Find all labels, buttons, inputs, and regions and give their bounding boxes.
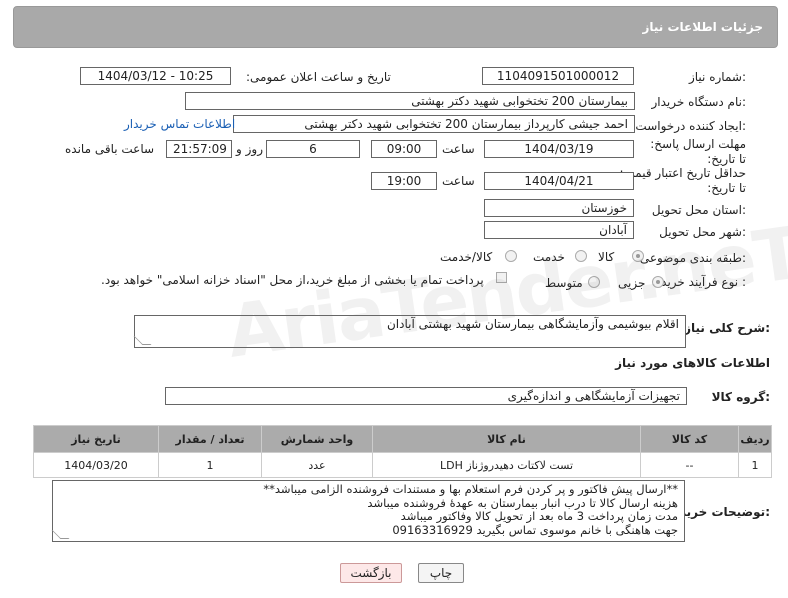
goods-group-label: گروه کالا: [711, 390, 770, 404]
reply-time-field: 09:00 [371, 140, 437, 158]
treasury-payment-checkbox[interactable] [496, 272, 507, 283]
city-label: شهر محل تحویل: [659, 225, 746, 239]
purchase-minor-radio[interactable] [652, 276, 664, 288]
print-button[interactable]: چاپ [418, 563, 464, 583]
description-label: شرح کلی نیاز: [684, 321, 770, 335]
buyer-note-line: مدت زمان پرداخت 3 ماه بعد از تحویل کالا … [400, 509, 678, 523]
cell-quantity: 1 [158, 452, 262, 478]
price-time-label: ساعت [442, 174, 475, 188]
province-field: خوزستان [484, 199, 634, 217]
purchase-type-label: نوع فرآیند خرید : [661, 275, 746, 289]
need-number-label: شماره نیاز: [688, 70, 746, 84]
buyer-notes-textarea: **ارسال پیش فاکتور و پر کردن فرم استعلام… [51, 480, 685, 542]
col-unit: واحد شمارش [261, 425, 373, 453]
treasury-payment-note: پرداخت تمام یا بخشی از مبلغ خرید،از محل … [101, 273, 484, 287]
goods-table-header: ردیف کد کالا نام کالا واحد شمارش تعداد /… [33, 425, 772, 453]
cell-row: 1 [738, 452, 772, 478]
table-row: 1 -- تست لاکتات دهیدروژناز LDH عدد 1 140… [33, 452, 772, 478]
purchase-minor-label: جزیی [618, 276, 646, 290]
purchase-medium-label: متوسط [545, 276, 583, 290]
category-service-radio[interactable] [575, 250, 587, 262]
cell-unit: عدد [261, 452, 373, 478]
buyer-org-label: نام دستگاه خریدار: [651, 95, 747, 109]
back-button[interactable]: بازگشت [340, 563, 402, 583]
requester-label: ایجاد کننده درخواست: [635, 119, 746, 133]
price-time-field: 19:00 [371, 172, 437, 190]
goods-info-title: اطلاعات کالاهای مورد نیاز [615, 356, 770, 370]
category-goods-label: کالا [598, 250, 615, 264]
province-label: استان محل تحویل: [651, 203, 746, 217]
announce-datetime-field: 1404/03/12 - 10:25 [80, 67, 231, 85]
announce-label: تاریخ و ساعت اعلان عمومی: [246, 70, 391, 84]
cell-name: تست لاکتات دهیدروژناز LDH [372, 452, 641, 478]
days-field: 6 [266, 140, 360, 158]
category-goods-radio[interactable] [632, 250, 644, 262]
buyer-note-line: **ارسال پیش فاکتور و پر کردن فرم استعلام… [263, 482, 678, 496]
buyer-contact-link[interactable]: اطلاعات تماس خریدار [124, 117, 235, 131]
reply-deadline-label: مهلت ارسال پاسخ: تا تاریخ: [650, 137, 746, 166]
category-both-radio[interactable] [505, 250, 517, 262]
goods-table: ردیف کد کالا نام کالا واحد شمارش تعداد /… [33, 425, 772, 478]
col-row: ردیف [738, 425, 772, 453]
remaining-time-field: 21:57:09 [166, 140, 232, 158]
details-header-panel: جزئیات اطلاعات نیاز [13, 6, 778, 48]
category-service-label: خدمت [533, 250, 565, 264]
reply-date-field: 1404/03/19 [484, 140, 634, 158]
purchase-medium-radio[interactable] [588, 276, 600, 288]
price-validity-label: حداقل تاریخ اعتبار قیمت: تا تاریخ: [619, 166, 746, 195]
category-both-label: کالا/خدمت [440, 250, 493, 264]
col-name: نام کالا [372, 425, 641, 453]
buyer-note-line: هزینه ارسال کالا تا درب انبار بیمارستان … [367, 495, 678, 510]
remaining-time-label: ساعت باقی مانده [65, 142, 155, 156]
resize-handle[interactable] [133, 336, 152, 345]
requester-field: احمد جیشی کارپرداز بیمارستان 200 تختخواب… [233, 115, 635, 133]
description-text: اقلام بیوشیمی وآزمایشگاهی بیمارستان شهید… [386, 317, 679, 331]
city-field: آبادان [484, 221, 634, 239]
buyer-note-line: جهت هاهنگی با خانم موسوی تماس بگیرید 091… [392, 522, 678, 537]
cell-code: -- [640, 452, 739, 478]
description-textarea: اقلام بیوشیمی وآزمایشگاهی بیمارستان شهید… [133, 315, 686, 348]
col-quantity: تعداد / مقدار [158, 425, 262, 453]
cell-date: 1404/03/20 [33, 452, 159, 478]
need-number-field: 1104091501000012 [482, 67, 634, 85]
col-date: تاریخ نیاز [33, 425, 159, 453]
reply-time-label: ساعت [442, 142, 475, 156]
goods-group-field: تجهیزات آزمایشگاهی و اندازه‌گیری [165, 387, 687, 405]
days-and-label: روز و [236, 142, 263, 156]
price-date-field: 1404/04/21 [484, 172, 634, 190]
col-code: کد کالا [640, 425, 739, 453]
page-title: جزئیات اطلاعات نیاز [642, 20, 763, 34]
category-label: طبقه بندی موضوعی: [639, 251, 746, 265]
buyer-org-field: بیمارستان 200 تختخوابی شهید دکتر بهشتی [185, 92, 635, 110]
